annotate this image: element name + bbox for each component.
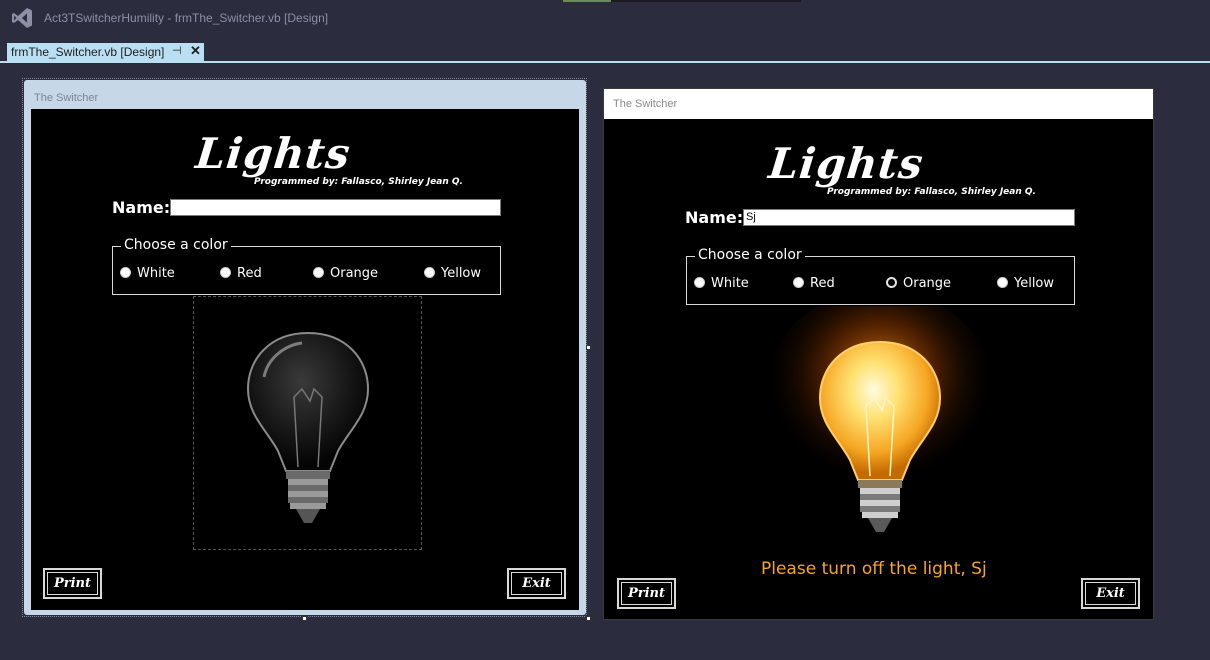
visual-studio-icon [12,8,32,28]
designer-window-title: The Switcher [34,92,99,104]
resize-handle-corner[interactable] [586,616,591,621]
radio-icon [120,267,131,278]
radio-white[interactable]: White [120,266,175,281]
lights-logo: Lights [193,129,354,178]
tab-label: frmThe_Switcher.vb [Design] [11,45,165,59]
radio-white[interactable]: White [694,276,749,291]
name-textbox[interactable] [170,199,501,216]
radio-icon [313,267,324,278]
color-groupbox: Choose a color White Red Orange Yellow [112,237,501,295]
color-groupbox: Choose a color White Red Orange Yellow [686,247,1075,305]
designer-client-area: Lights Programmed by: Fallasco, Shirley … [31,109,579,610]
radio-icon [220,267,231,278]
pin-icon[interactable]: ⊣ [172,44,182,57]
exit-button[interactable]: Exit [507,568,566,599]
print-button[interactable]: Print [617,578,676,609]
color-group-label: Choose a color [695,247,805,263]
title-accent-bar-dark [611,0,801,2]
lightbulb-on-icon [764,306,994,532]
radio-icon [793,277,804,288]
programmer-byline: Programmed by: Fallasco, Shirley Jean Q. [827,187,1036,197]
lights-logo: Lights [766,139,927,188]
runtime-window-title: The Switcher [613,98,678,110]
lightbulb-off-icon [246,331,370,523]
name-textbox[interactable]: Sj [743,209,1075,226]
resize-handle-bottom[interactable] [302,616,307,621]
title-accent-bar [563,0,611,2]
exit-button[interactable]: Exit [1081,578,1140,609]
tab-underline [0,61,1210,63]
radio-icon [424,267,435,278]
radio-yellow[interactable]: Yellow [424,266,481,281]
print-button[interactable]: Print [43,568,102,599]
resize-handle-right[interactable] [586,345,591,350]
close-icon[interactable]: ✕ [190,43,201,59]
ide-window-title: Act3TSwitcherHumility - frmThe_Switcher.… [44,11,329,25]
name-label: Name: [112,198,171,217]
programmer-byline: Programmed by: Fallasco, Shirley Jean Q. [254,177,463,187]
radio-red[interactable]: Red [793,276,835,291]
document-tabstrip: frmThe_Switcher.vb [Design] ⊣ ✕ [0,42,1210,62]
tab-frmthe-switcher-design[interactable]: frmThe_Switcher.vb [Design] ⊣ ✕ [7,43,204,61]
radio-red[interactable]: Red [220,266,262,281]
color-group-label: Choose a color [121,237,231,253]
ide-titlebar: Act3TSwitcherHumility - frmThe_Switcher.… [0,0,1210,38]
runtime-client-area: Lights Programmed by: Fallasco, Shirley … [604,119,1153,619]
radio-yellow[interactable]: Yellow [997,276,1054,291]
radio-orange[interactable]: Orange [313,266,378,281]
status-message: Please turn off the light, Sj [761,559,987,579]
radio-icon [694,277,705,288]
name-label: Name: [685,208,744,227]
radio-orange-selected[interactable]: Orange [886,276,951,291]
radio-selected-icon [886,277,897,288]
radio-icon [997,277,1008,288]
bulb-picturebox[interactable] [193,296,422,550]
